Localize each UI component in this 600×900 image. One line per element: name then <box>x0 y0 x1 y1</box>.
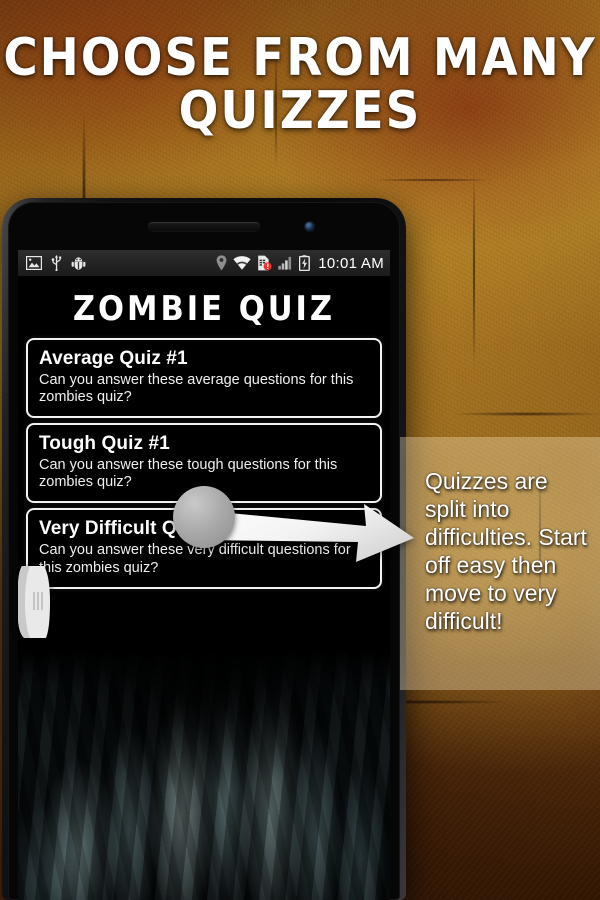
zombie-hands-artwork <box>18 650 390 900</box>
usb-icon <box>51 255 62 271</box>
left-edge-ribbon-icon <box>18 566 50 638</box>
promo-headline: CHOOSE FROM MANY QUIZZES <box>0 28 600 141</box>
battery-charging-icon <box>299 255 311 271</box>
earpiece-speaker <box>148 222 260 231</box>
status-bar-clock: 10:01 AM <box>318 254 384 272</box>
status-bar-left-icons <box>26 255 86 271</box>
zombie-hands-shadow <box>18 650 390 900</box>
front-camera-icon <box>305 222 314 231</box>
android-bug-icon <box>71 256 86 270</box>
quiz-description: Can you answer these average questions f… <box>39 372 354 406</box>
quiz-title: Average Quiz #1 <box>39 348 188 369</box>
quiz-title: Tough Quiz #1 <box>39 433 170 455</box>
quiz-card-average[interactable]: Average Quiz #1 Can you answer these ave… <box>26 338 382 419</box>
headline-line-2: QUIZZES <box>178 80 422 141</box>
tap-indicator-circle <box>173 486 235 548</box>
phone-screen: 10:01 AM ZOMBIE QUIZ Average Quiz #1 Can… <box>18 250 390 900</box>
caption-text: Quizzes are split into difficulties. Sta… <box>425 468 587 635</box>
status-bar-right-icons: 10:01 AM <box>216 255 384 272</box>
android-status-bar: 10:01 AM <box>18 250 390 276</box>
image-icon <box>26 256 42 270</box>
headline-line-1: CHOOSE FROM MANY <box>3 28 597 88</box>
app-title: ZOMBIE QUIZ <box>72 289 336 329</box>
sim-card-alert-icon <box>258 255 272 271</box>
signal-bars-icon <box>278 256 292 270</box>
wifi-icon <box>233 256 251 270</box>
location-pin-icon <box>216 255 227 271</box>
